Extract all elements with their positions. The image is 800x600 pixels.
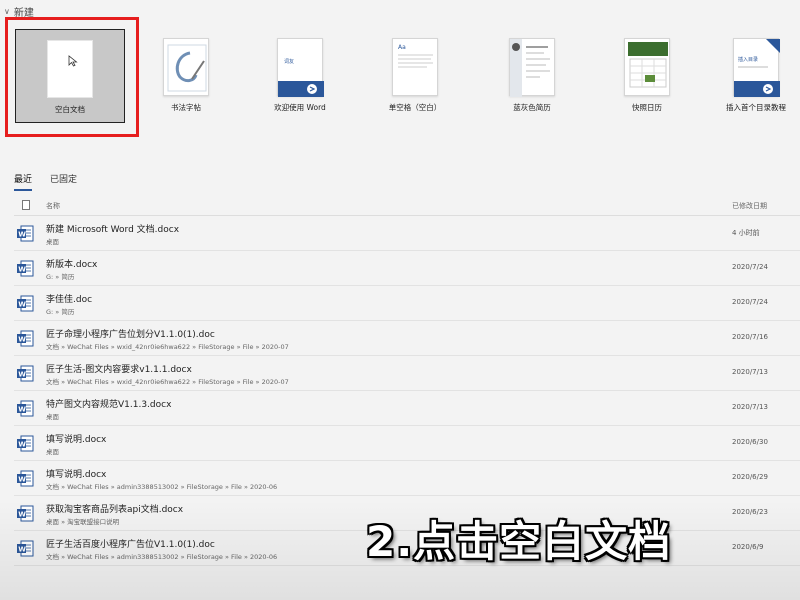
file-path: 文档 » WeChat Files » wxid_42nr0ie6hwa622 … xyxy=(46,343,289,351)
word-doc-icon: W xyxy=(17,225,34,242)
new-section: ∨ 新建 空白文档 书法字帖 词友 欢迎使用 Word Aa 单空格（空白） 蓝… xyxy=(0,0,800,150)
svg-text:词友: 词友 xyxy=(284,58,294,65)
svg-text:W: W xyxy=(18,440,26,448)
file-path: 文档 » WeChat Files » admin3388513002 » Fi… xyxy=(46,483,278,491)
file-modified-date: 2020/6/30 xyxy=(732,438,768,446)
file-type-icon xyxy=(22,200,30,210)
file-path: G: » 简历 xyxy=(46,273,75,281)
file-modified-date: 2020/7/16 xyxy=(732,333,768,341)
svg-text:W: W xyxy=(18,405,26,413)
file-name: 特产图文内容规范V1.1.3.docx xyxy=(46,400,172,410)
word-doc-icon: W xyxy=(17,260,34,277)
template-label: 插入首个目录教程 xyxy=(726,103,786,112)
template-calligraphy[interactable]: 书法字帖 xyxy=(131,28,241,123)
file-row[interactable]: W 填写说明.docx 文档 » WeChat Files » admin33885… xyxy=(14,461,800,496)
word-doc-icon: W xyxy=(17,295,34,312)
word-doc-icon: W xyxy=(17,365,34,382)
column-date-header[interactable]: 已修改日期 xyxy=(732,201,767,211)
template-label: 欢迎使用 Word xyxy=(274,103,326,112)
word-doc-icon: W xyxy=(17,400,34,417)
tutorial-caption: 2.点击空白文档 xyxy=(366,517,672,566)
file-name: 填写说明.docx xyxy=(46,470,107,480)
svg-text:W: W xyxy=(18,230,26,238)
file-modified-date: 2020/7/13 xyxy=(732,403,768,411)
toc-tutorial-icon: 插入目录 xyxy=(733,38,780,97)
template-toc-tutorial[interactable]: 插入目录 插入首个目录教程 xyxy=(701,28,800,123)
word-doc-icon: W xyxy=(17,470,34,487)
svg-text:Aa: Aa xyxy=(398,44,406,51)
file-row[interactable]: W 特产图文内容规范V1.1.3.docx 桌面 2020/7/13 xyxy=(14,391,800,426)
file-name: 匠子命理小程序广告位划分V1.1.0(1).doc xyxy=(46,330,215,340)
svg-text:W: W xyxy=(18,475,26,483)
file-row[interactable]: W 李佳佳.doc G: » 简历 2020/7/24 xyxy=(14,286,800,321)
file-path: 桌面 xyxy=(46,238,59,246)
file-path: 文档 » WeChat Files » wxid_42nr0ie6hwa622 … xyxy=(46,378,289,386)
file-modified-date: 2020/7/24 xyxy=(732,263,768,271)
svg-text:W: W xyxy=(18,265,26,273)
word-doc-icon: W xyxy=(17,435,34,452)
tab-recent[interactable]: 最近 xyxy=(14,172,33,191)
column-name-header[interactable]: 名称 xyxy=(46,201,60,211)
file-modified-date: 4 小时前 xyxy=(732,229,760,237)
file-path: G: » 简历 xyxy=(46,308,75,316)
template-label: 蓝灰色简历 xyxy=(513,103,551,112)
file-row[interactable]: W 匠子生活-图文内容要求v1.1.1.docx 文档 » WeChat Files… xyxy=(14,356,800,391)
template-label: 单空格（空白） xyxy=(388,103,442,112)
resume-icon xyxy=(509,38,555,97)
calligraphy-icon xyxy=(163,38,209,96)
tab-pinned[interactable]: 已固定 xyxy=(50,172,77,191)
single-spaced-icon: Aa xyxy=(392,38,438,96)
template-welcome-word[interactable]: 词友 欢迎使用 Word xyxy=(245,28,355,123)
chevron-down-icon: ∨ xyxy=(4,7,10,16)
file-row[interactable]: W 新建 Microsoft Word 文档.docx 桌面 4 小时前 xyxy=(14,216,800,251)
template-calendar[interactable]: 快照日历 xyxy=(592,28,702,123)
file-name: 李佳佳.doc xyxy=(46,295,93,305)
welcome-word-icon: 词友 xyxy=(277,38,324,97)
template-label: 快照日历 xyxy=(632,103,662,112)
file-row[interactable]: W 新版本.docx G: » 简历 2020/7/24 xyxy=(14,251,800,286)
svg-text:W: W xyxy=(18,370,26,378)
file-path: 桌面 xyxy=(46,413,59,421)
file-name: 新建 Microsoft Word 文档.docx xyxy=(46,225,180,235)
template-label: 书法字帖 xyxy=(171,103,201,112)
file-modified-date: 2020/7/24 xyxy=(732,298,768,306)
svg-text:插入目录: 插入目录 xyxy=(738,56,758,63)
file-row[interactable]: W 填写说明.docx 桌面 2020/6/30 xyxy=(14,426,800,461)
svg-text:W: W xyxy=(18,335,26,343)
file-name: 匠子生活-图文内容要求v1.1.1.docx xyxy=(46,365,192,375)
template-single-spaced[interactable]: Aa 单空格（空白） xyxy=(360,28,470,123)
file-name: 填写说明.docx xyxy=(46,435,107,445)
calendar-icon xyxy=(624,38,670,96)
highlight-box xyxy=(5,17,139,137)
svg-text:W: W xyxy=(18,300,26,308)
file-modified-date: 2020/7/13 xyxy=(732,368,768,376)
file-path: 桌面 xyxy=(46,448,59,456)
file-name: 新版本.docx xyxy=(46,260,98,270)
file-modified-date: 2020/6/29 xyxy=(732,473,768,481)
file-list-header: 名称 已修改日期 xyxy=(14,198,800,216)
template-resume[interactable]: 蓝灰色简历 xyxy=(477,28,587,123)
document-tabs: 最近 已固定 xyxy=(14,172,77,191)
word-doc-icon: W xyxy=(17,330,34,347)
file-row[interactable]: W 匠子命理小程序广告位划分V1.1.0(1).doc 文档 » WeChat Fi… xyxy=(14,321,800,356)
